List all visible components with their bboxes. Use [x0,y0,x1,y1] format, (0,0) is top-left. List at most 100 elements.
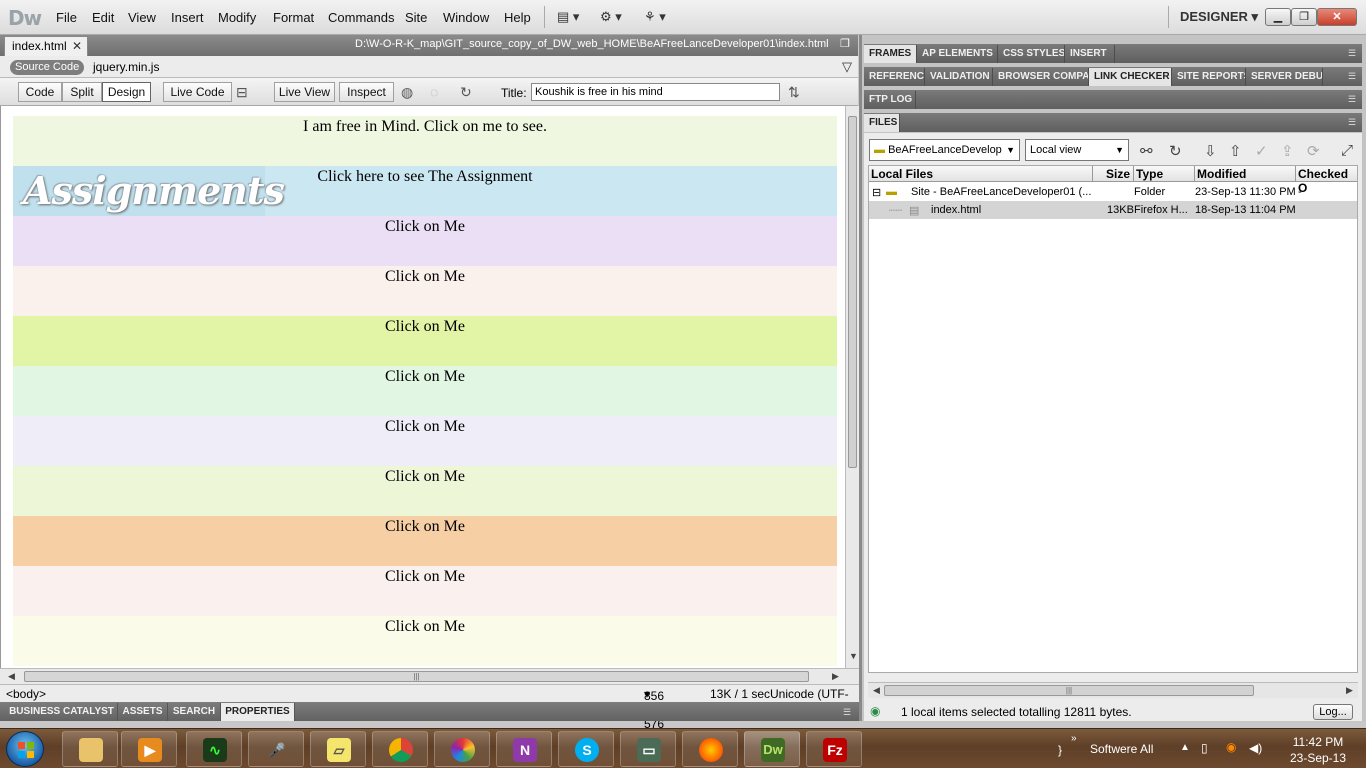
menu-view[interactable]: View [128,10,156,25]
menu-modify[interactable]: Modify [218,10,256,25]
menu-format[interactable]: Format [273,10,314,25]
menu-window[interactable]: Window [443,10,489,25]
design-horizontal-scrollbar[interactable]: ◀ ||| ▶ [0,668,859,684]
close-button[interactable]: ✕ [1317,8,1357,26]
tab-reference[interactable]: REFERENCE [864,68,925,86]
check-browser-icon[interactable]: ⊟ [236,84,248,101]
tab-search[interactable]: SEARCH [168,703,221,721]
connect-icon[interactable]: ⚯ [1140,142,1153,160]
volume-icon[interactable]: ◀) [1249,741,1262,755]
avast-icon[interactable]: ◉ [1226,740,1236,754]
refresh-icon[interactable]: ↻ [1169,142,1182,160]
restore-button[interactable]: ❐ [1291,8,1317,26]
filter-icon[interactable]: ▽ [842,59,852,75]
design-row-5[interactable]: Click on Me [13,316,837,366]
scroll-thumb[interactable] [848,116,857,468]
refresh-icon[interactable]: ↻ [460,84,472,101]
view-select[interactable]: Local view ▼ [1025,139,1129,161]
taskbar-sticky-notes[interactable]: ▱ [310,731,366,767]
code-view-button[interactable]: Code [18,82,62,102]
files-horizontal-scrollbar[interactable]: ◀ ||| ▶ [868,682,1358,698]
scroll-left-icon[interactable]: ◀ [8,671,15,682]
tray-expand-icon[interactable]: » [1071,733,1077,744]
tab-business-catalyst[interactable]: BUSINESS CATALYST [6,703,118,721]
log-button[interactable]: Log... [1313,704,1353,720]
check-out-icon[interactable]: ✓ [1255,142,1268,160]
source-code-button[interactable]: Source Code [10,60,85,75]
tab-site-reports[interactable]: SITE REPORTS [1172,68,1246,86]
design-view-button[interactable]: Design [102,82,151,102]
extend-gear-icon[interactable]: ⚙ ▾ [600,9,622,25]
panel-options-icon[interactable]: ☰ [1348,71,1356,82]
panel-options-icon[interactable]: ☰ [1348,48,1356,59]
file-management-icon[interactable]: ⇅ [788,84,800,101]
scroll-right-icon[interactable]: ▶ [832,671,839,682]
tab-server-debug[interactable]: SERVER DEBUG [1246,68,1323,86]
design-row-11[interactable]: Click on Me [13,616,837,666]
tab-ftp-log[interactable]: FTP LOG [864,91,916,109]
design-row-8[interactable]: Click on Me [13,466,837,516]
design-row-2[interactable]: Assignments Click here to see The Assign… [13,166,837,216]
tab-ap-elements[interactable]: AP ELEMENTS [917,45,998,63]
clock[interactable]: 11:42 PM 23-Sep-13 [1276,734,1360,766]
design-row-3[interactable]: Click on Me [13,216,837,266]
table-row[interactable]: ⊟ ▬ Site - BeAFreeLanceDeveloper01 (... … [869,183,1357,201]
tab-frames[interactable]: FRAMES [864,45,917,63]
scroll-thumb[interactable]: ||| [24,671,809,682]
site-select[interactable]: ▬ BeAFreeLanceDevelop ▼ [869,139,1020,161]
network-icon[interactable]: ▯ [1201,741,1208,755]
split-view-button[interactable]: Split [62,82,102,102]
expand-panel-icon[interactable]: ⤢ [1341,142,1353,159]
check-in-icon[interactable]: ⇪ [1281,142,1294,160]
menu-commands[interactable]: Commands [328,10,394,25]
tab-properties[interactable]: PROPERTIES [221,703,295,721]
visual-aids-icon[interactable]: ◌ [430,84,438,100]
taskbar-explorer[interactable] [62,731,118,767]
tab-css-styles[interactable]: CSS STYLES [998,45,1065,63]
get-files-icon[interactable]: ⇩ [1204,142,1217,160]
tab-files[interactable]: FILES [864,114,900,132]
workspace-switcher[interactable]: DESIGNER ▾ [1180,9,1258,25]
collapse-icon[interactable]: ⊟ [872,186,881,199]
column-local-files[interactable]: Local Files [871,167,933,181]
put-files-icon[interactable]: ⇧ [1229,142,1242,160]
tray-toolbar-label[interactable]: Softwere All [1090,742,1153,756]
start-button[interactable] [6,731,44,767]
tab-browser-compat[interactable]: BROWSER COMPA [993,68,1089,86]
tab-link-checker[interactable]: LINK CHECKER [1089,68,1172,86]
design-row-9[interactable]: Click on Me [13,516,837,566]
restore-document-icon[interactable]: ❐ [840,37,850,50]
inspect-button[interactable]: Inspect [339,82,394,102]
menu-edit[interactable]: Edit [92,10,114,25]
panel-options-icon[interactable]: ☰ [1348,94,1356,105]
column-size[interactable]: Size [1106,167,1130,181]
taskbar-chrome[interactable] [372,731,428,767]
menu-file[interactable]: File [56,10,77,25]
tab-validation[interactable]: VALIDATION [925,68,993,86]
design-row-7[interactable]: Click on Me [13,416,837,466]
taskbar-dreamweaver[interactable]: Dw [744,731,800,767]
scroll-down-icon[interactable]: ▼ [849,651,858,661]
menu-insert[interactable]: Insert [171,10,204,25]
window-size[interactable]: 856 x 576 ▾ [644,687,664,731]
panel-options-icon[interactable]: ☰ [1348,117,1356,128]
taskbar-firefox[interactable] [682,731,738,767]
taskbar-skype[interactable]: S [558,731,614,767]
close-tab-icon[interactable]: ✕ [72,37,82,55]
panel-options-icon[interactable]: ☰ [843,707,851,718]
tab-insert[interactable]: INSERT [1065,45,1115,63]
live-view-button[interactable]: Live View [274,82,335,102]
taskbar-onenote[interactable]: N [496,731,552,767]
taskbar-monitor[interactable]: ∿ [186,731,242,767]
taskbar-filezilla[interactable]: Fz [806,731,862,767]
taskbar-remote-desktop[interactable]: ▭ [620,731,676,767]
scroll-left-icon[interactable]: ◀ [873,685,880,696]
design-row-10[interactable]: Click on Me [13,566,837,616]
design-row-1[interactable]: I am free in Mind. Click on me to see. [13,116,837,166]
tab-assets[interactable]: ASSETS [118,703,168,721]
layout-menu-icon[interactable]: ▤ ▾ [557,9,579,25]
column-type[interactable]: Type [1136,167,1163,181]
taskbar-picasa[interactable] [434,731,490,767]
column-modified[interactable]: Modified [1197,167,1246,181]
show-hidden-icons[interactable]: ▲ [1180,742,1190,753]
